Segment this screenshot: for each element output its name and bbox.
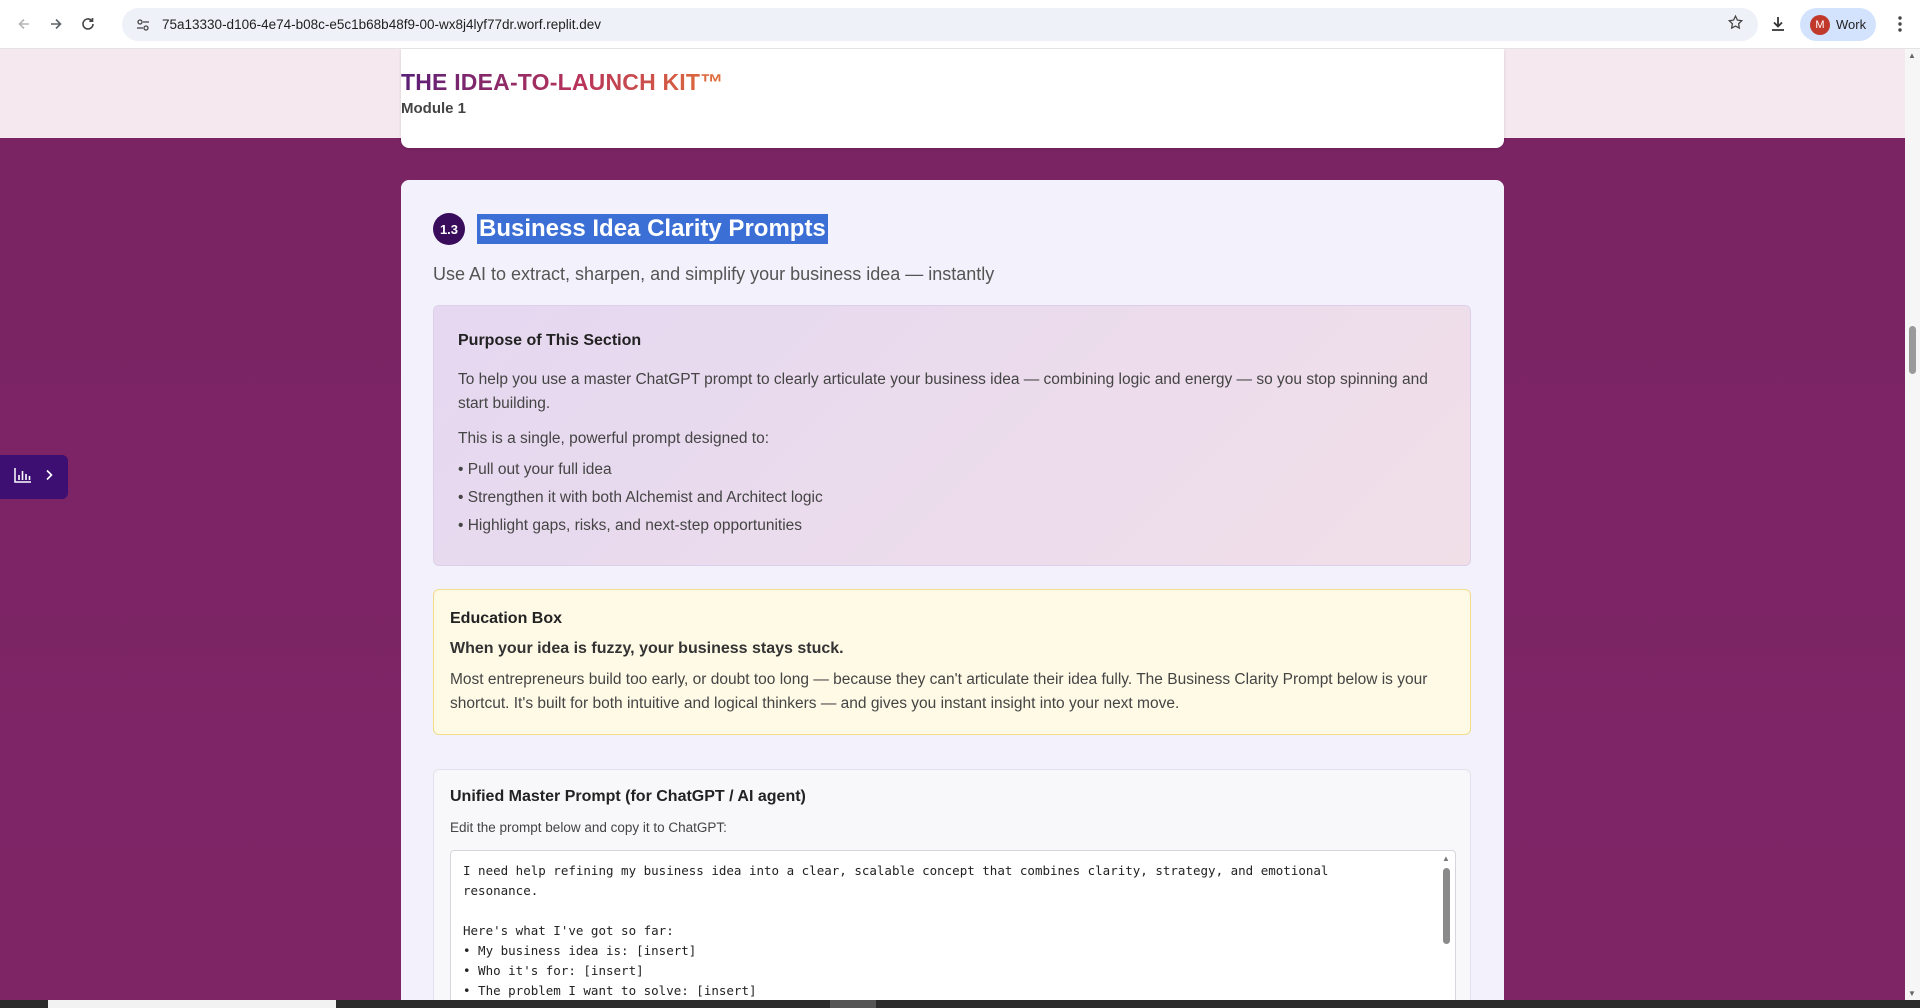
section-number-badge: 1.3 bbox=[433, 213, 465, 245]
page-scrollbar[interactable]: ▲ ▼ bbox=[1905, 49, 1920, 1000]
scroll-up-icon[interactable]: ▲ bbox=[1908, 51, 1916, 60]
bar-chart-icon bbox=[14, 467, 32, 488]
star-icon[interactable] bbox=[1727, 14, 1744, 36]
chevron-right-icon bbox=[44, 468, 54, 486]
prompt-heading: Unified Master Prompt (for ChatGPT / AI … bbox=[450, 788, 806, 805]
list-item: • Strengthen it with both Alchemist and … bbox=[458, 489, 823, 506]
back-arrow-icon[interactable] bbox=[10, 10, 38, 38]
forward-arrow-icon[interactable] bbox=[42, 10, 70, 38]
section-card: 1.3 Business Idea Clarity Prompts Use AI… bbox=[401, 180, 1504, 1000]
education-heading: Education Box bbox=[450, 610, 563, 627]
scroll-down-icon[interactable]: ▼ bbox=[1908, 989, 1916, 998]
download-icon[interactable] bbox=[1766, 12, 1790, 36]
site-info-icon[interactable] bbox=[132, 14, 154, 36]
profile-button[interactable]: M Work bbox=[1800, 8, 1876, 41]
scroll-up-icon[interactable]: ▲ bbox=[1440, 854, 1452, 864]
avatar: M bbox=[1810, 14, 1830, 35]
header-card: THE IDEA-TO-LAUNCH KIT™ Module 1 bbox=[401, 49, 1504, 148]
kebab-menu-icon[interactable] bbox=[1888, 12, 1912, 36]
prompt-hint: Edit the prompt below and copy it to Cha… bbox=[450, 820, 727, 835]
purpose-intro: This is a single, powerful prompt design… bbox=[458, 430, 770, 447]
page-scroll-thumb[interactable] bbox=[1909, 326, 1916, 374]
list-item: • Pull out your full idea bbox=[458, 461, 612, 478]
purpose-box: Purpose of This Section To help you use … bbox=[433, 305, 1471, 566]
purpose-paragraph: To help you use a master ChatGPT prompt … bbox=[458, 371, 1428, 412]
profile-name: Work bbox=[1836, 17, 1867, 32]
textarea-scrollbar[interactable]: ▲ bbox=[1440, 854, 1452, 1000]
purpose-list: • Pull out your full idea • Strengthen i… bbox=[458, 456, 1446, 540]
prompt-textarea[interactable]: I need help refining my business idea in… bbox=[450, 850, 1456, 1000]
reload-icon[interactable] bbox=[74, 10, 102, 38]
kit-title: THE IDEA-TO-LAUNCH KIT™ bbox=[401, 69, 724, 95]
education-text: Most entrepreneurs build too early, or d… bbox=[450, 671, 1428, 712]
purpose-heading: Purpose of This Section bbox=[458, 332, 642, 349]
address-bar[interactable]: 75a13330-d106-4e74-b08c-e5c1b68b48f9-00-… bbox=[122, 8, 1758, 41]
textarea-scroll-thumb[interactable] bbox=[1442, 868, 1450, 944]
bottom-bar-segment bbox=[830, 1000, 876, 1008]
page-content: THE IDEA-TO-LAUNCH KIT™ Module 1 1.3 Bus… bbox=[0, 49, 1905, 1000]
bottom-bar bbox=[0, 1000, 1920, 1008]
bottom-bar-segment bbox=[48, 1000, 336, 1008]
browser-toolbar: 75a13330-d106-4e74-b08c-e5c1b68b48f9-00-… bbox=[0, 0, 1920, 49]
section-header: 1.3 Business Idea Clarity Prompts bbox=[433, 213, 828, 245]
section-subtitle: Use AI to extract, sharpen, and simplify… bbox=[433, 264, 995, 284]
list-item: • Highlight gaps, risks, and next-step o… bbox=[458, 517, 803, 534]
master-prompt-box: Unified Master Prompt (for ChatGPT / AI … bbox=[433, 769, 1471, 1000]
education-box: Education Box When your idea is fuzzy, y… bbox=[433, 589, 1471, 735]
url-text[interactable]: 75a13330-d106-4e74-b08c-e5c1b68b48f9-00-… bbox=[162, 17, 601, 32]
education-bold-line: When your idea is fuzzy, your business s… bbox=[450, 640, 844, 657]
analytics-side-tab[interactable] bbox=[0, 455, 68, 499]
section-title: Business Idea Clarity Prompts bbox=[477, 214, 828, 244]
module-label: Module 1 bbox=[401, 100, 467, 117]
